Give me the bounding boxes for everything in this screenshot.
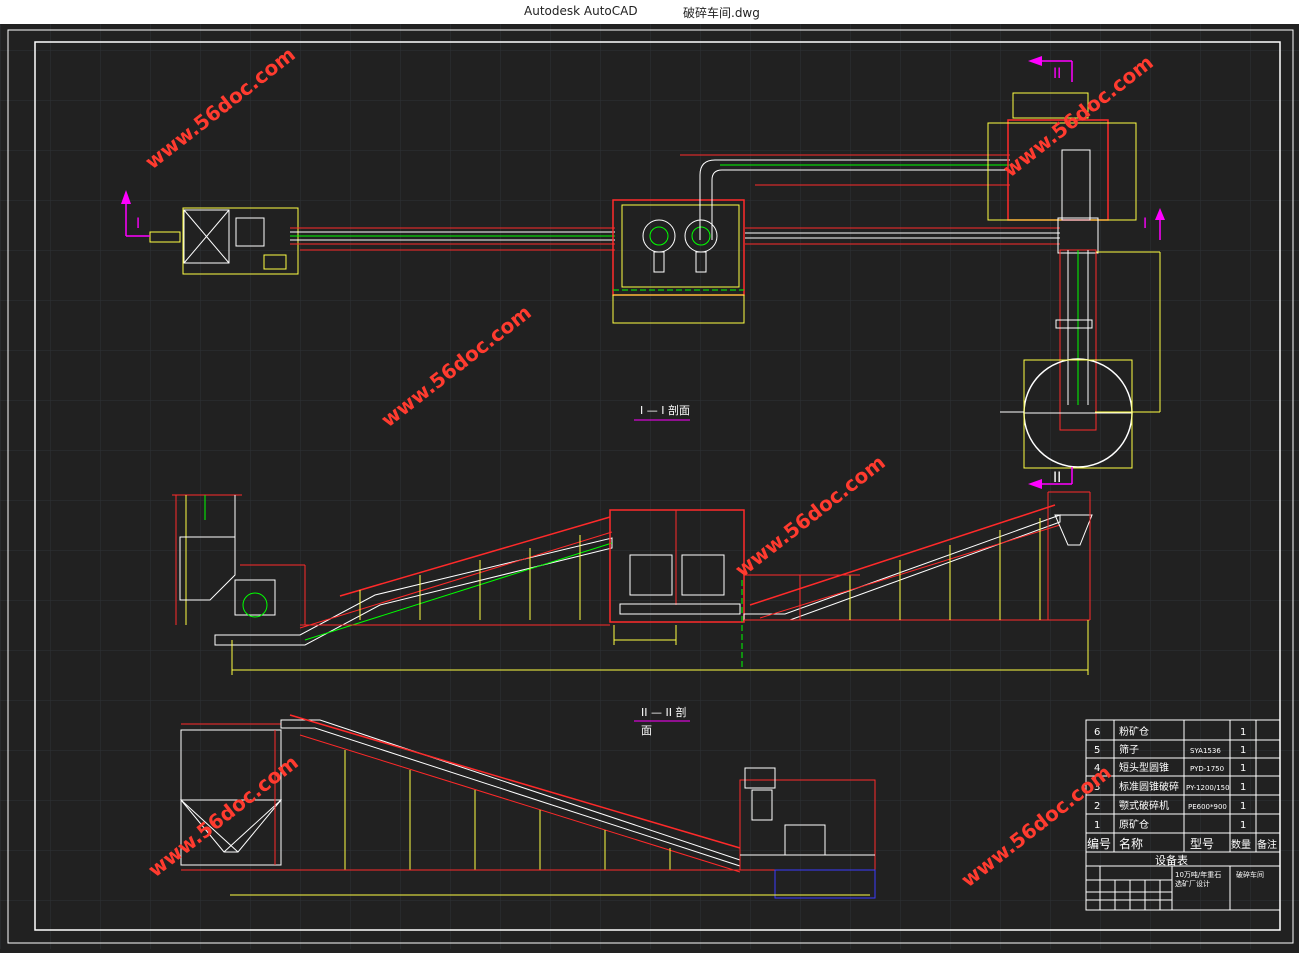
- svg-text:II: II: [1053, 66, 1061, 82]
- row2-name: 颚式破碎机: [1119, 799, 1169, 812]
- row3-qty: 1: [1240, 782, 1246, 793]
- app-title: Autodesk AutoCAD: [524, 4, 638, 18]
- svg-text:II: II: [1053, 470, 1061, 486]
- row6-name: 粉矿仓: [1119, 725, 1149, 738]
- titleblock-project: 10万吨/年重石: [1175, 870, 1221, 879]
- section1-title: I — I 剖面: [640, 403, 690, 417]
- row5-model: SYA1536: [1190, 747, 1221, 755]
- row4-name: 短头型圆锥: [1119, 761, 1169, 774]
- row5-no: 5: [1094, 745, 1100, 756]
- titleblock-drawing: 破碎车间: [1236, 870, 1264, 879]
- row6-qty: 1: [1240, 727, 1246, 738]
- svg-text:I: I: [136, 216, 140, 232]
- row2-model: PE600*900: [1188, 803, 1227, 811]
- row4-model: PYD-1750: [1190, 765, 1224, 773]
- document-title[interactable]: 破碎车间.dwg: [683, 4, 760, 21]
- row1-name: 原矿仓: [1119, 818, 1149, 831]
- header-qty: 数量: [1231, 838, 1251, 851]
- row5-qty: 1: [1240, 745, 1246, 756]
- title-bar: Autodesk AutoCAD 破碎车间.dwg: [0, 0, 1299, 25]
- row1-qty: 1: [1240, 820, 1246, 831]
- section2-title-b: 面: [641, 724, 652, 737]
- row4-qty: 1: [1240, 763, 1246, 774]
- svg-text:I: I: [1143, 216, 1147, 232]
- row3-name: 标准圆锥破碎: [1119, 780, 1179, 793]
- row6-no: 6: [1094, 727, 1100, 738]
- row5-name: 筛子: [1119, 743, 1139, 756]
- row1-no: 1: [1094, 820, 1100, 831]
- header-no: 编号: [1087, 836, 1111, 851]
- drawing-canvas[interactable]: I I II II I — I 剖面 II — II 剖 面 6 粉矿仓 1 5…: [0, 24, 1299, 949]
- titleblock-project-b: 选矿厂设计: [1175, 879, 1210, 888]
- row3-model: PY-1200/150: [1186, 784, 1230, 792]
- section2-title: II — II 剖: [641, 705, 686, 719]
- header-model: 型号: [1190, 837, 1214, 851]
- header-name: 名称: [1119, 836, 1143, 851]
- row2-no: 2: [1094, 801, 1100, 812]
- header-note: 备注: [1257, 838, 1277, 851]
- table-caption: 设备表: [1155, 853, 1188, 867]
- row2-qty: 1: [1240, 801, 1246, 812]
